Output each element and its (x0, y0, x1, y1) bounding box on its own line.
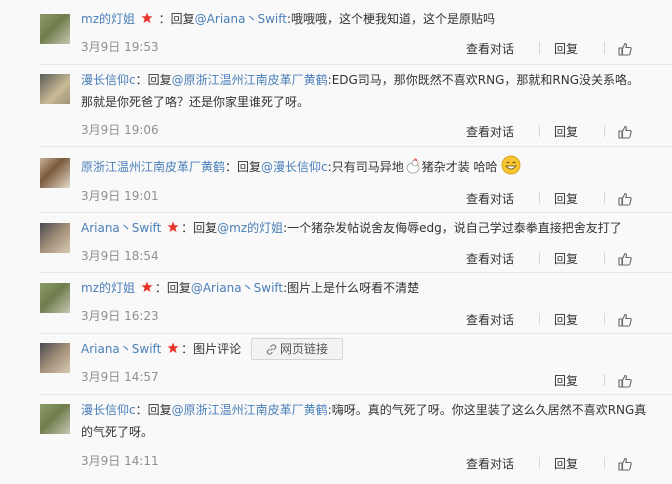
author-link[interactable]: 漫长信仰c (81, 403, 136, 417)
reply-link[interactable]: 回复 (554, 250, 578, 267)
mention-link[interactable]: @原浙江温州江南皮革厂黄鹤 (172, 403, 328, 417)
avatar[interactable] (40, 223, 70, 253)
reply-link[interactable]: 回复 (554, 40, 578, 57)
avatar[interactable] (40, 283, 70, 313)
thumbs-up-icon[interactable] (618, 456, 632, 471)
author-link[interactable]: 原浙江温州江南皮革厂黄鹤 (81, 160, 225, 174)
comment-text: 原浙江温州江南皮革厂黄鹤：回复@漫长信仰c:只有司马异地 猪杂才装 哈哈 (81, 155, 651, 182)
thumbs-up-icon[interactable] (618, 251, 632, 266)
grin-emoji (501, 155, 521, 182)
thumbs-up-icon[interactable] (618, 191, 632, 206)
red-star-icon (141, 12, 153, 24)
author-link[interactable]: Ariana丶Swift (81, 221, 161, 235)
red-star-icon (141, 281, 153, 293)
comment-text: mz的灯姐 ：回复@Ariana丶Swift:哦哦哦，这个梗我知道，这个是原贴吗 (81, 12, 496, 26)
thumbs-up-icon[interactable] (618, 312, 632, 327)
mention-link[interactable]: @原浙江温州江南皮革厂黄鹤 (172, 73, 328, 87)
reply-link[interactable]: 回复 (554, 123, 578, 140)
reply-link[interactable]: 回复 (554, 190, 578, 207)
reply-link[interactable]: 回复 (554, 372, 578, 389)
reply-link[interactable]: 回复 (554, 455, 578, 472)
thumbs-up-icon[interactable] (618, 41, 632, 56)
weblink-button[interactable]: 网页链接 (250, 338, 343, 361)
author-link[interactable]: 漫长信仰c (81, 73, 136, 87)
comment-list: mz的灯姐 ：回复@Ariana丶Swift:哦哦哦，这个梗我知道，这个是原贴吗… (0, 0, 672, 484)
author-link[interactable]: mz的灯姐 (81, 12, 135, 26)
avatar[interactable] (40, 14, 70, 44)
red-star-icon (167, 342, 179, 354)
avatar[interactable] (40, 158, 70, 188)
comment-text: mz的灯姐 ：回复@Ariana丶Swift:图片上是什么呀看不清楚 (81, 281, 420, 295)
mention-link[interactable]: @mz的灯姐 (217, 221, 283, 235)
comment-text: 漫长信仰c：回复@原浙江温州江南皮革厂黄鹤:嗨呀。真的气死了呀。你这里装了这么久… (81, 403, 647, 439)
avatar[interactable] (40, 404, 70, 434)
author-link[interactable]: mz的灯姐 (81, 281, 135, 295)
comment-text: Ariana丶Swift ：图片评论 网页链接 (81, 338, 651, 360)
comment-text: 漫长信仰c：回复@原浙江温州江南皮革厂黄鹤:EDG司马，那你既然不喜欢RNG，那… (81, 73, 640, 109)
link-icon (266, 341, 277, 361)
mention-link[interactable]: @漫长信仰c (261, 160, 328, 174)
rooster-emoji (404, 157, 422, 182)
mention-link[interactable]: @Ariana丶Swift (191, 281, 283, 295)
thumbs-up-icon[interactable] (618, 124, 632, 139)
reply-link[interactable]: 回复 (554, 311, 578, 328)
thumbs-up-icon[interactable] (618, 373, 632, 388)
red-star-icon (167, 221, 179, 233)
comment-text: Ariana丶Swift ：回复@mz的灯姐:一个猪杂发帖说舍友侮辱edg，说自… (81, 221, 622, 235)
avatar[interactable] (40, 343, 70, 373)
author-link[interactable]: Ariana丶Swift (81, 342, 161, 356)
avatar[interactable] (40, 74, 70, 104)
mention-link[interactable]: @Ariana丶Swift (195, 12, 287, 26)
